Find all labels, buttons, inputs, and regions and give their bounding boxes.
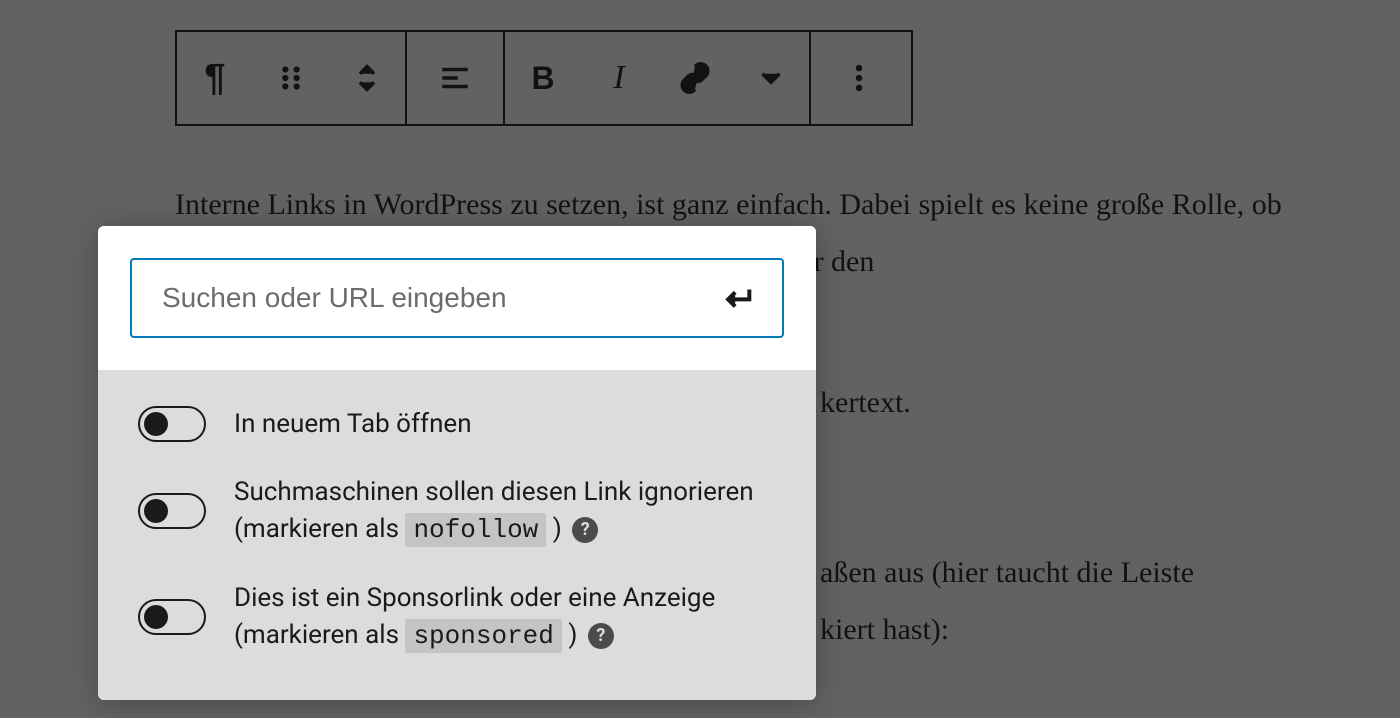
drag-icon: [274, 61, 308, 95]
background-text-fragment: kiert hast):: [820, 613, 949, 647]
drag-handle-button[interactable]: [253, 32, 329, 124]
bold-icon: B: [531, 60, 554, 97]
help-icon[interactable]: ?: [572, 517, 598, 543]
link-settings: In neuem Tab öffnen Suchmaschinen sollen…: [98, 370, 816, 700]
italic-button[interactable]: I: [581, 32, 657, 124]
nofollow-code: nofollow: [405, 513, 546, 547]
link-popover: In neuem Tab öffnen Suchmaschinen sollen…: [98, 226, 816, 700]
toggle-sponsored[interactable]: [138, 599, 206, 635]
link-icon: [678, 61, 712, 95]
help-icon[interactable]: ?: [588, 623, 614, 649]
url-input-wrap: [130, 258, 784, 338]
more-vertical-icon: [842, 61, 876, 95]
chevron-updown-icon: [350, 61, 384, 95]
pilcrow-icon: ¶: [204, 57, 225, 100]
italic-icon: I: [613, 59, 624, 97]
label-sponsored: Dies ist ein Sponsorlink oder eine Anzei…: [234, 580, 776, 654]
submit-link-button[interactable]: [714, 274, 762, 322]
more-formatting-button[interactable]: [733, 32, 809, 124]
paragraph-block-button[interactable]: ¶: [177, 32, 253, 124]
more-options-button[interactable]: [811, 32, 907, 124]
sponsored-code: sponsored: [405, 619, 561, 653]
enter-icon: [721, 281, 755, 315]
toggle-nofollow[interactable]: [138, 493, 206, 529]
align-button[interactable]: [407, 32, 503, 124]
link-button[interactable]: [657, 32, 733, 124]
bold-button[interactable]: B: [505, 32, 581, 124]
chevron-down-icon: [754, 61, 788, 95]
background-text-fragment: kertext.: [820, 386, 911, 420]
align-left-icon: [438, 61, 472, 95]
move-updown-button[interactable]: [329, 32, 405, 124]
label-nofollow: Suchmaschinen sollen diesen Link ignorie…: [234, 474, 776, 548]
toggle-new-tab[interactable]: [138, 406, 206, 442]
background-text-fragment: aßen aus (hier taucht die Leiste: [820, 556, 1194, 590]
label-new-tab: In neuem Tab öffnen: [234, 406, 472, 442]
url-input[interactable]: [162, 282, 714, 314]
block-toolbar: ¶ B I: [175, 30, 913, 126]
